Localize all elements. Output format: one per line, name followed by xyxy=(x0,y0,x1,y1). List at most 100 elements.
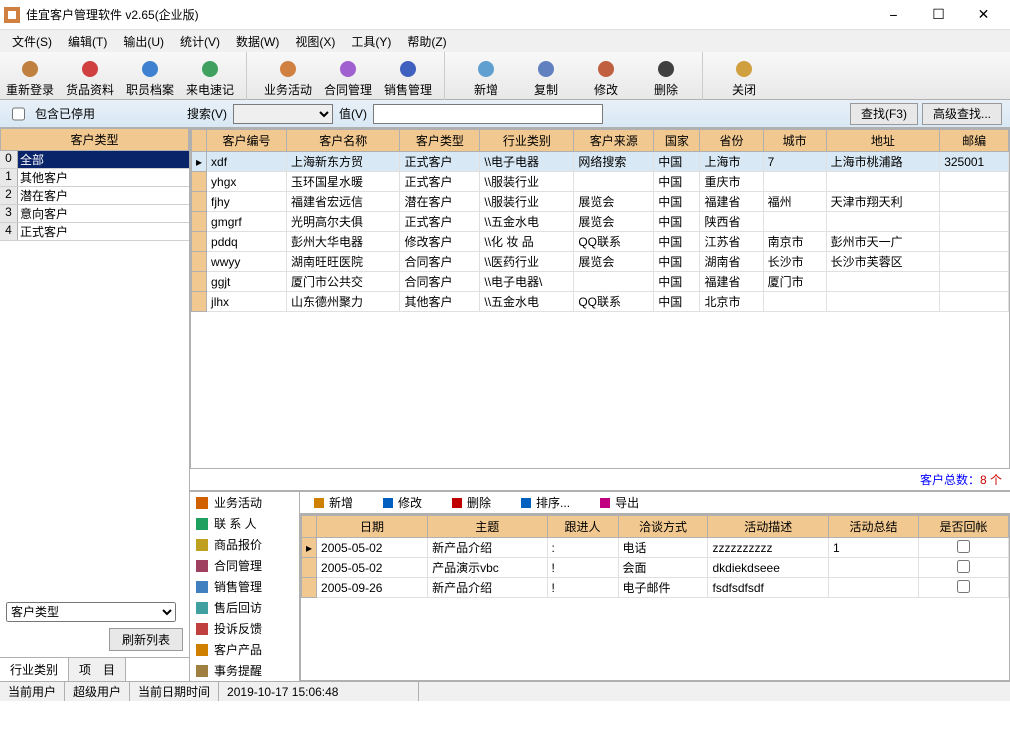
detail-nav-item[interactable]: 售后回访 xyxy=(190,597,299,618)
refresh-list-button[interactable]: 刷新列表 xyxy=(109,628,183,651)
table-row[interactable]: ggjt厦门市公共交合同客户\\电子电器\中国福建省厦门市 xyxy=(192,272,1009,292)
type-row[interactable]: 2潜在客户 xyxy=(0,187,189,205)
toolbar-button[interactable]: 修改 xyxy=(576,52,636,100)
toolbar-icon xyxy=(196,57,224,81)
toolbar-button[interactable]: 业务活动 xyxy=(258,52,318,100)
table-row[interactable]: pddq彭州大华电器修改客户\\化 妆 品QQ联系中国江苏省南京市彭州市天一广 xyxy=(192,232,1009,252)
table-row[interactable]: 2005-05-02产品演示vbc!会面dkdiekdseee xyxy=(302,558,1009,578)
row-checkbox[interactable] xyxy=(957,540,970,553)
detail-nav-item[interactable]: 联 系 人 xyxy=(190,513,299,534)
detail-nav-item[interactable]: 合同管理 xyxy=(190,555,299,576)
menu-item[interactable]: 帮助(Z) xyxy=(399,31,454,52)
row-checkbox[interactable] xyxy=(957,580,970,593)
tab-industry[interactable]: 行业类别 xyxy=(0,658,69,681)
toolbar-icon xyxy=(592,57,620,81)
type-row[interactable]: 4正式客户 xyxy=(0,223,189,241)
menu-item[interactable]: 编辑(T) xyxy=(60,31,115,52)
detail-tool-button[interactable]: 新增 xyxy=(304,494,361,511)
search-field-select[interactable] xyxy=(233,104,333,124)
row-checkbox[interactable] xyxy=(957,560,970,573)
status-date-label: 当前日期时间 xyxy=(130,682,219,701)
search-value-input[interactable] xyxy=(373,104,603,124)
toolbar-button[interactable]: 关闭 xyxy=(714,52,774,100)
toolbar-icon xyxy=(76,57,104,81)
menu-item[interactable]: 输出(U) xyxy=(115,31,172,52)
table-row[interactable]: wwyy湖南旺旺医院合同客户\\医药行业展览会中国湖南省长沙市长沙市芙蓉区 xyxy=(192,252,1009,272)
toolbar-button[interactable]: 货品资料 xyxy=(60,52,120,100)
toolbar-button[interactable]: 来电速记 xyxy=(180,52,240,100)
detail-tool-button[interactable]: 导出 xyxy=(590,494,647,511)
toolbar-icon xyxy=(394,57,422,81)
left-combo[interactable]: 客户类型 xyxy=(6,602,176,622)
tool-icon xyxy=(519,496,533,510)
menu-item[interactable]: 工具(Y) xyxy=(343,31,399,52)
type-row[interactable]: 3意向客户 xyxy=(0,205,189,223)
toolbar-button[interactable]: 复制 xyxy=(516,52,576,100)
detail-tool-button[interactable]: 排序... xyxy=(511,494,578,511)
toolbar-icon xyxy=(472,57,500,81)
type-row[interactable]: 1其他客户 xyxy=(0,169,189,187)
menubar: 文件(S)编辑(T)输出(U)统计(V)数据(W)视图(X)工具(Y)帮助(Z) xyxy=(0,30,1010,52)
total-value: 8 个 xyxy=(980,473,1002,487)
close-button[interactable]: ✕ xyxy=(961,1,1006,29)
table-row[interactable]: fjhy福建省宏远信潜在客户\\服装行业展览会中国福建省福州天津市翔天利 xyxy=(192,192,1009,212)
titlebar: 佳宜客户管理软件 v2.65(企业版) − ☐ ✕ xyxy=(0,0,1010,30)
nav-icon xyxy=(194,558,210,574)
toolbar-button[interactable]: 新增 xyxy=(456,52,516,100)
detail-toolbar: 新增修改删除排序... 导出 xyxy=(300,492,1010,514)
app-icon xyxy=(4,7,20,23)
table-row[interactable]: jlhx山东德州聚力其他客户\\五金水电QQ联系中国北京市 xyxy=(192,292,1009,312)
detail-nav-item[interactable]: 投诉反馈 xyxy=(190,618,299,639)
table-row[interactable]: ▸2005-05-02新产品介绍:电话zzzzzzzzzz1 xyxy=(302,538,1009,558)
table-row[interactable]: ▸xdf上海新东方贸正式客户\\电子电器网络搜索中国上海市7上海市桃浦路3250… xyxy=(192,152,1009,172)
include-disabled-checkbox[interactable] xyxy=(12,104,25,124)
customer-grid[interactable]: 客户编号客户名称客户类型行业类别客户来源国家省份城市地址邮编▸xdf上海新东方贸… xyxy=(190,128,1010,469)
toolbar: 重新登录货品资料职员档案来电速记业务活动合同管理销售管理新增复制修改删除关闭 xyxy=(0,52,1010,100)
tool-icon xyxy=(598,496,612,510)
detail-tool-button[interactable]: 修改 xyxy=(373,494,430,511)
detail-nav-item[interactable]: 商品报价 xyxy=(190,534,299,555)
detail-nav-item[interactable]: 销售管理 xyxy=(190,576,299,597)
table-row[interactable]: 2005-09-26新产品介绍!电子邮件fsdfsdfsdf xyxy=(302,578,1009,598)
toolbar-button[interactable]: 删除 xyxy=(636,52,696,100)
toolbar-icon xyxy=(730,57,758,81)
activity-grid[interactable]: 日期主题跟进人洽谈方式活动描述活动总结是否回帐▸2005-05-02新产品介绍:… xyxy=(300,514,1010,681)
detail-nav-item[interactable]: 客户产品 xyxy=(190,639,299,660)
tool-icon xyxy=(312,496,326,510)
detail-nav: 业务活动联 系 人商品报价合同管理销售管理售后回访投诉反馈客户产品事务提醒 xyxy=(190,492,300,681)
detail-nav-item[interactable]: 业务活动 xyxy=(190,492,299,513)
menu-item[interactable]: 视图(X) xyxy=(287,31,343,52)
minimize-button[interactable]: − xyxy=(871,1,916,29)
total-bar: 客户总数：8 个 xyxy=(190,469,1010,490)
advanced-find-button[interactable]: 高级查找... xyxy=(922,103,1002,125)
search-label: 搜索(V) xyxy=(187,105,227,122)
statusbar: 当前用户 超级用户 当前日期时间 2019-10-17 15:06:48 xyxy=(0,681,1010,701)
menu-item[interactable]: 统计(V) xyxy=(172,31,228,52)
toolbar-button[interactable]: 职员档案 xyxy=(120,52,180,100)
include-disabled-label: 包含已停用 xyxy=(35,105,95,122)
toolbar-button[interactable]: 合同管理 xyxy=(318,52,378,100)
toolbar-icon xyxy=(16,57,44,81)
menu-item[interactable]: 文件(S) xyxy=(4,31,60,52)
table-row[interactable]: yhgx玉环国星水暖正式客户\\服装行业中国重庆市 xyxy=(192,172,1009,192)
detail-nav-item[interactable]: 事务提醒 xyxy=(190,660,299,681)
toolbar-button[interactable]: 销售管理 xyxy=(378,52,438,100)
nav-icon xyxy=(194,642,210,658)
status-date: 2019-10-17 15:06:48 xyxy=(219,682,419,701)
tool-icon xyxy=(450,496,464,510)
toolbar-icon xyxy=(532,57,560,81)
nav-icon xyxy=(194,579,210,595)
find-button[interactable]: 查找(F3) xyxy=(850,103,918,125)
status-user-label: 当前用户 xyxy=(0,682,65,701)
detail-tool-button[interactable]: 删除 xyxy=(442,494,499,511)
left-tabs: 行业类别 项 目 xyxy=(0,657,189,681)
type-row[interactable]: 0全部 xyxy=(0,151,189,169)
table-row[interactable]: gmgrf光明高尔夫俱正式客户\\五金水电展览会中国陕西省 xyxy=(192,212,1009,232)
tab-project[interactable]: 项 目 xyxy=(69,658,126,681)
menu-item[interactable]: 数据(W) xyxy=(228,31,287,52)
left-panel: 客户类型 0全部1其他客户2潜在客户3意向客户4正式客户 客户类型 刷新列表 行… xyxy=(0,128,190,681)
tool-icon xyxy=(381,496,395,510)
maximize-button[interactable]: ☐ xyxy=(916,1,961,29)
toolbar-icon xyxy=(136,57,164,81)
toolbar-button[interactable]: 重新登录 xyxy=(0,52,60,100)
